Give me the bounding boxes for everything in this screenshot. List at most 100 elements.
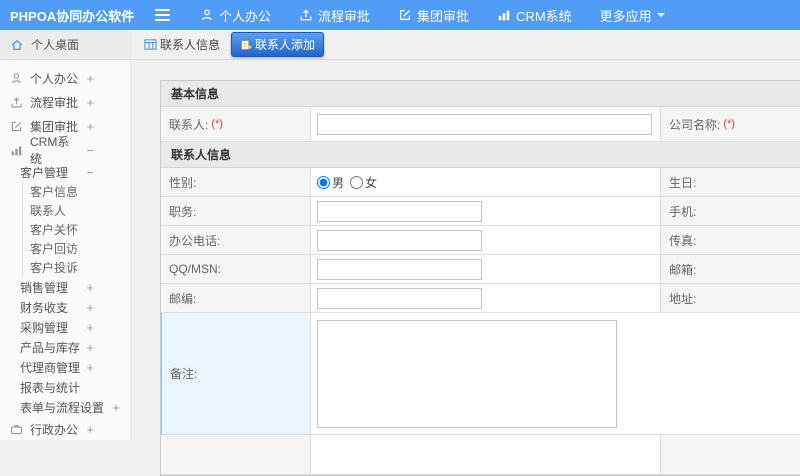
- edit-approve-icon: [10, 120, 23, 133]
- tab-label: 联系人信息: [160, 36, 220, 53]
- briefcase-icon: [10, 423, 23, 436]
- sidebar-item-customer-complaint[interactable]: 客户投诉: [23, 258, 130, 277]
- sidebar-item-label: 销售管理: [20, 279, 68, 296]
- tab-contact-info[interactable]: 联系人信息: [139, 33, 225, 56]
- sidebar-item-label: 客户信息: [30, 183, 78, 200]
- expand-plus-icon[interactable]: +: [86, 360, 94, 375]
- nav-label: 流程审批: [318, 6, 370, 25]
- sidebar-item-crm-system[interactable]: CRM系统 −: [0, 138, 130, 162]
- sidebar-item-label: 财务收支: [20, 299, 68, 316]
- nav-more-apps[interactable]: 更多应用: [600, 6, 665, 25]
- job-title-cell: [311, 197, 661, 226]
- nav-flow-approval[interactable]: 流程审批: [299, 6, 370, 25]
- table-grid-icon: [144, 38, 157, 51]
- top-bar: PHPOA协同办公软件 个人办公 流程审批 集团审批 CRM系统 更多应用: [0, 0, 800, 30]
- sidebar-item-customer-info[interactable]: 客户信息: [23, 182, 130, 201]
- collapse-minus-icon[interactable]: −: [86, 143, 94, 158]
- expand-plus-icon[interactable]: +: [86, 119, 94, 134]
- sidebar-item-label: 采购管理: [20, 319, 68, 336]
- sidebar-item-form-flow-settings[interactable]: 表单与流程设置 +: [0, 397, 130, 417]
- remark-cell: [311, 313, 800, 435]
- nav-group-approval[interactable]: 集团审批: [398, 6, 469, 25]
- sidebar-item-label: 流程审批: [30, 94, 78, 111]
- nav-label: 集团审批: [417, 6, 469, 25]
- section-header-basic-info: 基本信息: [161, 81, 800, 107]
- field-label-qq-msn: QQ/MSN:: [161, 255, 311, 284]
- sidebar-item-label: CRM系统: [30, 133, 79, 167]
- office-phone-input[interactable]: [317, 230, 482, 251]
- expand-plus-icon[interactable]: +: [86, 340, 94, 355]
- edit-approve-icon: [398, 8, 412, 22]
- nav-personal-office[interactable]: 个人办公: [200, 6, 271, 25]
- sidebar-item-label: 客户回访: [30, 240, 78, 257]
- section-header-contact-info: 联系人信息: [161, 142, 800, 168]
- required-mark: (*): [211, 118, 223, 130]
- expand-plus-icon[interactable]: +: [86, 320, 94, 335]
- gender-male-option[interactable]: 男: [317, 174, 344, 191]
- expand-plus-icon[interactable]: +: [86, 71, 94, 86]
- sidebar-item-label: 个人桌面: [31, 36, 79, 53]
- sidebar-item-flow-approval[interactable]: 流程审批 +: [0, 90, 130, 114]
- field-label-empty: [161, 435, 311, 475]
- expand-plus-icon[interactable]: +: [86, 280, 94, 295]
- sidebar-item-customer-management[interactable]: 客户管理 −: [0, 162, 130, 182]
- sidebar-item-customer-care[interactable]: 客户关怀: [23, 220, 130, 239]
- contact-name-cell: [311, 107, 661, 142]
- user-icon: [200, 8, 214, 22]
- gender-female-option[interactable]: 女: [350, 174, 377, 191]
- contact-add-form: 基本信息 联系人: (*) 公司名称: (*) 联系人信息 性别: 男 女 生日…: [160, 80, 800, 476]
- expand-plus-icon[interactable]: +: [112, 400, 120, 415]
- qq-msn-cell: [311, 255, 661, 284]
- gender-female-radio[interactable]: [350, 176, 363, 189]
- field-label-zip: 邮编:: [161, 284, 311, 313]
- expand-plus-icon[interactable]: +: [86, 300, 94, 315]
- sidebar-item-sales-management[interactable]: 销售管理 +: [0, 277, 130, 297]
- sidebar-item-customer-callback[interactable]: 客户回访: [23, 239, 130, 258]
- sidebar-item-finance[interactable]: 财务收支 +: [0, 297, 130, 317]
- menu-toggle-icon[interactable]: [155, 9, 170, 21]
- sidebar-item-purchasing[interactable]: 采购管理 +: [0, 317, 130, 337]
- expand-plus-icon[interactable]: +: [86, 95, 94, 110]
- sidebar-item-personal-office[interactable]: 个人办公 +: [0, 66, 130, 90]
- qq-msn-input[interactable]: [317, 259, 482, 280]
- remark-textarea[interactable]: [317, 320, 617, 428]
- field-label-company-name: 公司名称: (*): [661, 107, 800, 142]
- field-label-email: 邮箱:: [661, 255, 800, 284]
- field-label-job-title: 职务:: [161, 197, 311, 226]
- sidebar-item-label: 客户管理: [20, 164, 68, 181]
- sidebar-item-personal-desktop[interactable]: 个人桌面: [0, 30, 130, 60]
- main-content: 联系人信息 联系人添加 基本信息 联系人: (*) 公司名称: (*) 联系人信…: [131, 30, 800, 440]
- tab-contact-add[interactable]: 联系人添加: [231, 32, 324, 57]
- sidebar-item-label: 个人办公: [30, 70, 78, 87]
- field-label-mobile: 手机:: [661, 197, 800, 226]
- nav-label: 更多应用: [600, 6, 652, 25]
- expand-plus-icon[interactable]: +: [86, 422, 94, 437]
- gender-male-radio[interactable]: [317, 176, 330, 189]
- sidebar-menu: 个人办公 + 流程审批 + 集团审批 + CRM系统 − 客户管理 − 客户信息…: [0, 60, 130, 440]
- zip-input[interactable]: [317, 288, 482, 309]
- flow-approve-icon: [10, 96, 23, 109]
- sidebar-item-reports-statistics[interactable]: 报表与统计: [0, 377, 130, 397]
- sidebar-item-label: 联系人: [30, 202, 66, 219]
- sidebar-item-admin-office[interactable]: 行政办公 +: [0, 417, 130, 440]
- tab-bar: 联系人信息 联系人添加: [131, 30, 800, 60]
- field-label-birthday: 生日:: [661, 168, 800, 197]
- customer-management-submenu: 客户信息 联系人 客户关怀 客户回访 客户投诉: [22, 182, 130, 277]
- empty-cell: [311, 435, 661, 475]
- collapse-minus-icon[interactable]: −: [86, 165, 94, 180]
- sidebar-item-agent-management[interactable]: 代理商管理 +: [0, 357, 130, 377]
- sidebar-item-contacts[interactable]: 联系人: [23, 201, 130, 220]
- home-icon: [10, 38, 24, 52]
- job-title-input[interactable]: [317, 201, 482, 222]
- contact-name-input[interactable]: [317, 114, 652, 135]
- sidebar-item-label: 代理商管理: [20, 359, 80, 376]
- zip-cell: [311, 284, 661, 313]
- bar-chart-icon: [10, 144, 23, 157]
- sidebar-item-label: 客户投诉: [30, 259, 78, 276]
- nav-crm-system[interactable]: CRM系统: [497, 6, 572, 25]
- app-logo: PHPOA协同办公软件: [0, 6, 131, 25]
- sidebar-item-products-inventory[interactable]: 产品与库存 +: [0, 337, 130, 357]
- field-label-contact-name: 联系人: (*): [161, 107, 311, 142]
- tab-label: 联系人添加: [255, 36, 315, 53]
- add-contact-icon: [240, 39, 252, 51]
